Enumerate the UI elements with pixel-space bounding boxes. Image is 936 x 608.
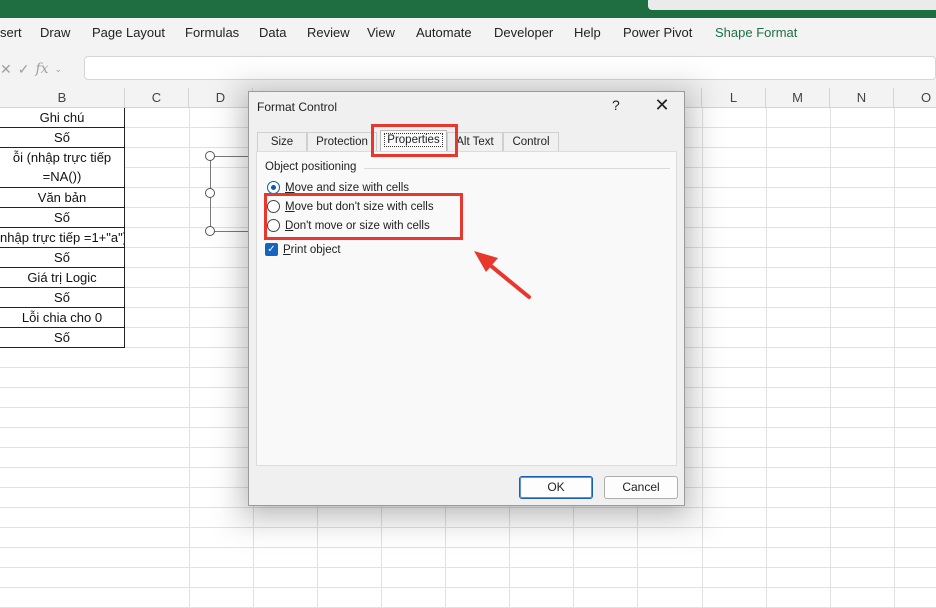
- object-positioning-label: Object positioning: [265, 161, 357, 173]
- resize-handle[interactable]: [205, 151, 215, 161]
- fx-icon[interactable]: fx: [35, 61, 48, 77]
- cell-b[interactable]: Số: [0, 128, 125, 148]
- cell-b-logic[interactable]: Giá trị Logic: [0, 268, 125, 288]
- column-header-c[interactable]: C: [125, 88, 189, 108]
- ribbon-tab-data[interactable]: Data: [259, 25, 286, 40]
- cell-b[interactable]: Số: [0, 328, 125, 348]
- formula-controls: ✕ ✓ fx ⌄: [0, 58, 80, 80]
- ribbon-tab-shape-format[interactable]: Shape Format: [715, 25, 797, 40]
- tab-control[interactable]: Control: [503, 132, 559, 152]
- cell-b[interactable]: Số: [0, 208, 125, 228]
- ribbon-tab-view[interactable]: View: [367, 25, 395, 40]
- cell-b[interactable]: Số: [0, 248, 125, 268]
- title-bar: [0, 0, 936, 18]
- resize-handle[interactable]: [205, 188, 215, 198]
- close-icon[interactable]: ✕: [652, 95, 672, 115]
- cell-b-ghi-chu[interactable]: Ghi chú: [0, 108, 125, 128]
- access-key: M: [285, 181, 295, 194]
- ribbon-tab-automate[interactable]: Automate: [416, 25, 472, 40]
- ok-button[interactable]: OK: [519, 476, 593, 499]
- grid-line: [189, 108, 190, 608]
- ribbon-tab-power-pivot[interactable]: Power Pivot: [623, 25, 692, 40]
- column-header-b[interactable]: B: [0, 88, 125, 108]
- column-header-n[interactable]: N: [830, 88, 894, 108]
- grid-line: [894, 108, 895, 608]
- cancel-button[interactable]: Cancel: [604, 476, 678, 499]
- grid-line: [830, 108, 831, 608]
- check-icon[interactable]: ✓: [18, 61, 30, 78]
- tab-label: Alt Text: [456, 136, 494, 148]
- cell-b-text[interactable]: Văn bản: [0, 188, 125, 208]
- cell-b-div0[interactable]: Lỗi chia cho 0: [0, 308, 125, 328]
- tab-label: Control: [512, 136, 550, 148]
- dialog-title: Format Control: [257, 100, 338, 114]
- cell-b[interactable]: Số: [0, 288, 125, 308]
- annotation-box-options: [264, 193, 463, 240]
- tab-size[interactable]: Size: [257, 132, 307, 152]
- ribbon-tab-page-layout[interactable]: Page Layout: [92, 25, 165, 40]
- cell-b-na-error[interactable]: ỗi (nhập trực tiếp =NA()): [0, 148, 125, 188]
- option-text: rint object: [290, 243, 341, 256]
- format-control-dialog: Format Control ? ✕ Size Protection Prope…: [248, 91, 685, 506]
- tab-label: Protection: [316, 136, 368, 148]
- search-box[interactable]: [648, 0, 936, 10]
- access-key: P: [283, 243, 291, 256]
- cancel-icon[interactable]: ✕: [0, 61, 12, 78]
- checkbox-checked-icon[interactable]: ✓: [265, 243, 278, 256]
- annotation-box-properties: [371, 124, 458, 157]
- tab-protection[interactable]: Protection: [307, 132, 377, 152]
- group-divider: [364, 168, 670, 169]
- help-icon[interactable]: ?: [612, 97, 620, 113]
- tab-label: Size: [270, 136, 294, 148]
- ribbon-tab-help[interactable]: Help: [574, 25, 601, 40]
- column-header-o[interactable]: O: [894, 88, 936, 108]
- option-label: Print object: [283, 244, 341, 256]
- option-label: Move and size with cells: [285, 182, 409, 194]
- ribbon-tab-formulas[interactable]: Formulas: [185, 25, 239, 40]
- option-text: ove and size with cells: [294, 181, 410, 194]
- ribbon-tabs: sert Draw Page Layout Formulas Data Revi…: [0, 18, 936, 50]
- ribbon-tab-developer[interactable]: Developer: [494, 25, 553, 40]
- resize-handle[interactable]: [205, 226, 215, 236]
- ribbon-tab-review[interactable]: Review: [307, 25, 350, 40]
- excel-window: sert Draw Page Layout Formulas Data Revi…: [0, 0, 936, 608]
- column-header-l[interactable]: L: [702, 88, 766, 108]
- print-object-checkbox[interactable]: ✓ Print object: [265, 243, 341, 256]
- column-header-m[interactable]: M: [766, 88, 830, 108]
- cell-b-value-error[interactable]: nhập trực tiếp =1+"a"): [0, 228, 125, 248]
- chevron-down-icon[interactable]: ⌄: [55, 64, 63, 75]
- ribbon-tab-insert[interactable]: sert: [0, 25, 22, 40]
- grid-line: [766, 108, 767, 608]
- ribbon-tab-draw[interactable]: Draw: [40, 25, 70, 40]
